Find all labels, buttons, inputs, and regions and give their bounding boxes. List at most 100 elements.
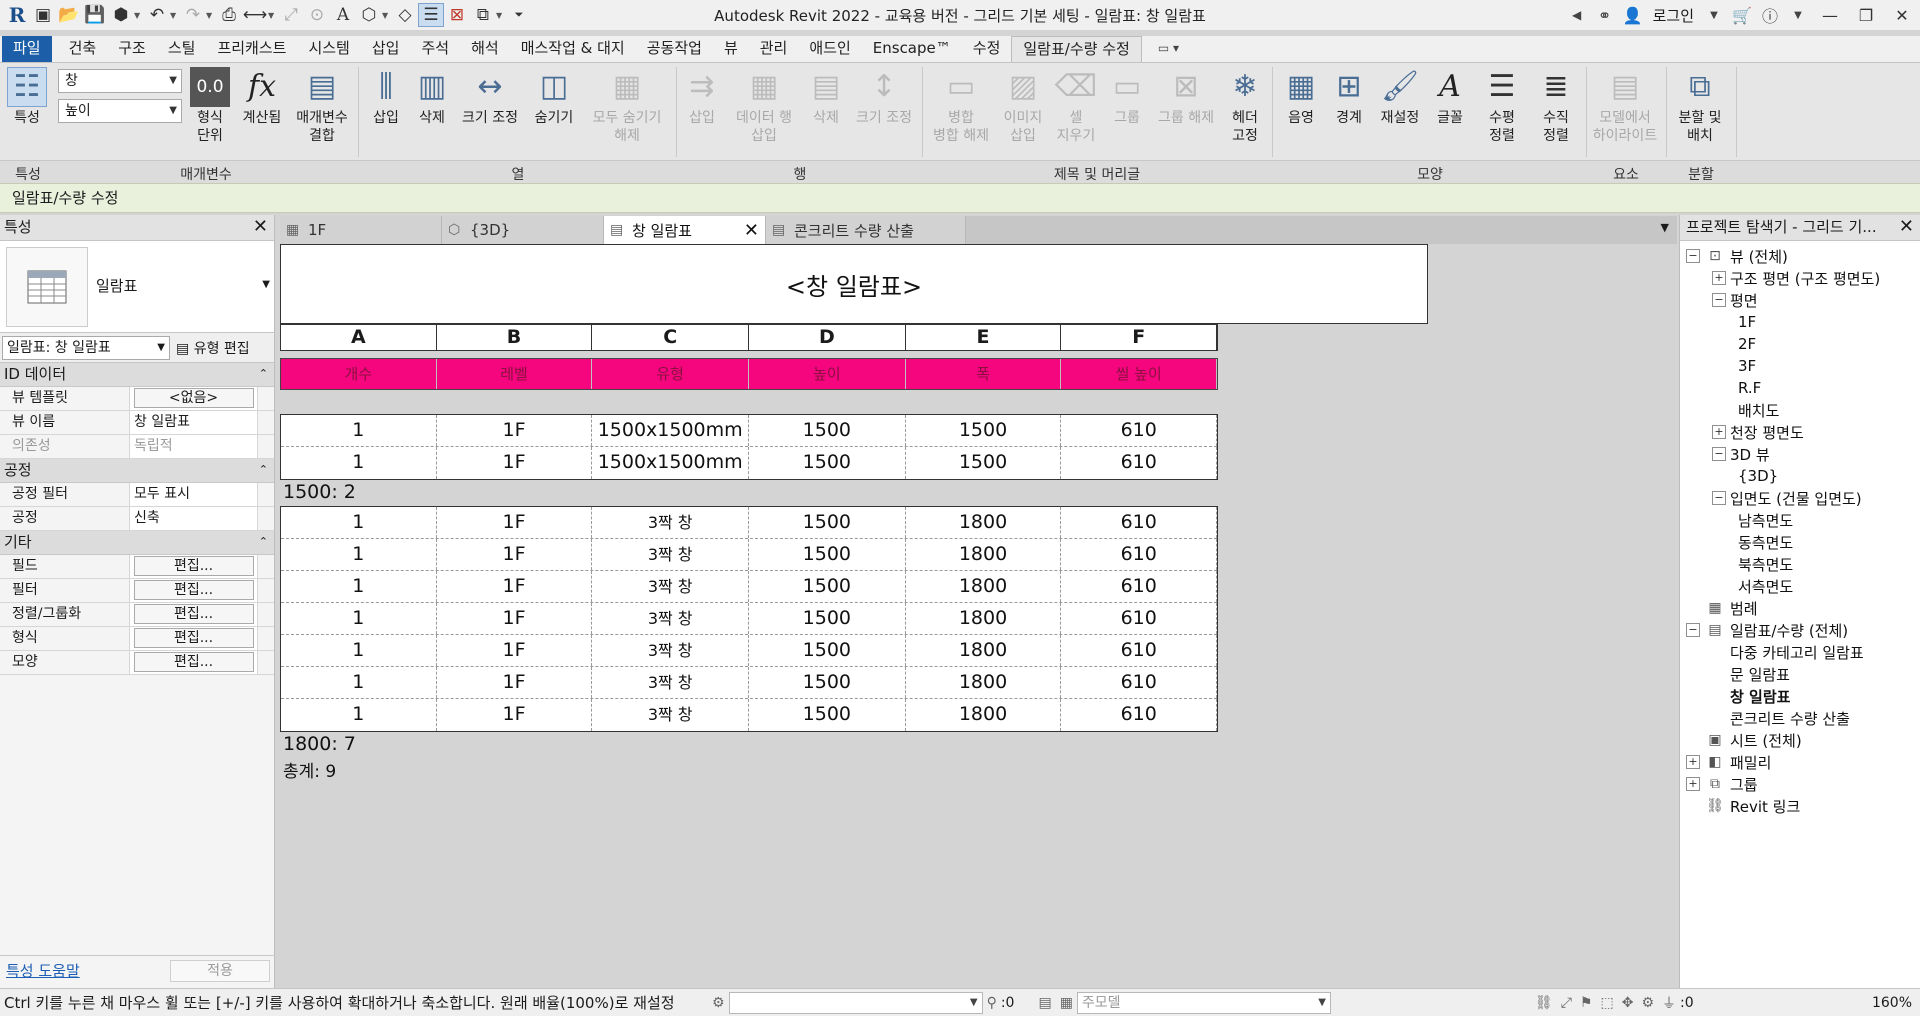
select-underlay-icon[interactable]: ⤢ [1557, 995, 1576, 1011]
property-value[interactable]: 편집... [130, 579, 258, 602]
property-value[interactable]: 모두 표시 [130, 483, 258, 506]
table-cell[interactable]: 610 [1061, 699, 1218, 731]
property-group-header[interactable]: 기타 ⌃ [0, 531, 274, 555]
property-group-header[interactable]: 공정 ⌃ [0, 459, 274, 483]
close-icon[interactable]: ✕ [1884, 6, 1920, 25]
column-header[interactable]: 폭 [906, 359, 1062, 389]
property-value[interactable]: 편집... [130, 555, 258, 578]
column-header[interactable]: 높이 [749, 359, 906, 389]
expand-icon[interactable]: + [1686, 777, 1700, 791]
table-cell[interactable]: 1F [437, 447, 593, 479]
minimize-icon[interactable]: — [1812, 6, 1848, 25]
borders-button[interactable]: ⊞ 경계 [1326, 67, 1372, 127]
table-cell[interactable]: 1500 [749, 699, 906, 731]
shading-button[interactable]: ▦ 음영 [1278, 67, 1324, 127]
tab-addins[interactable]: 애드인 [798, 36, 861, 62]
split-place-button[interactable]: ⧉ 분할 및 배치 [1670, 67, 1730, 145]
redo-icon[interactable]: ↷ [180, 3, 206, 27]
tree-node[interactable]: 북측면도 [1680, 553, 1920, 575]
table-cell[interactable]: 1800 [906, 635, 1062, 666]
tree-node[interactable]: 다중 카테고리 일람표 [1680, 641, 1920, 663]
collapse-icon[interactable]: − [1686, 623, 1700, 637]
tab-annotate[interactable]: 주석 [410, 36, 460, 62]
table-row[interactable]: 1 1F 3짝 창 1500 1800 610 [281, 603, 1218, 635]
property-value[interactable]: 편집... [130, 627, 258, 650]
table-cell[interactable]: 1800 [906, 699, 1062, 731]
close-hidden-icon[interactable]: ⊠ [444, 3, 470, 27]
switch-windows-icon[interactable]: ⧉ [470, 3, 496, 27]
table-row[interactable]: 1 1F 3짝 창 1500 1800 610 [281, 539, 1218, 571]
tree-node[interactable]: + 구조 평면 (구조 평면도) [1680, 267, 1920, 289]
customize-qat-icon[interactable]: ⏷ [506, 3, 532, 27]
delete-column-button[interactable]: ▥ 삭제 [410, 67, 454, 127]
tree-node[interactable]: − ▤ 일람표/수량 (전체) [1680, 619, 1920, 641]
table-cell[interactable]: 610 [1061, 447, 1218, 479]
tree-node[interactable]: 1F [1680, 311, 1920, 333]
tree-node[interactable]: 동측면도 [1680, 531, 1920, 553]
tab-structure[interactable]: 구조 [107, 36, 157, 62]
table-cell[interactable]: 3짝 창 [592, 603, 750, 634]
table-cell[interactable]: 610 [1061, 539, 1218, 570]
schedule-title[interactable]: <창 일람표> [280, 244, 1428, 324]
cart-icon[interactable]: 🛒 [1728, 6, 1756, 25]
group-button[interactable]: ▭ 그룹 [1104, 67, 1150, 127]
expand-icon[interactable]: + [1712, 271, 1726, 285]
highlight-in-model-button[interactable]: ▤ 모델에서 하이라이트 [1588, 67, 1662, 145]
property-edit-button[interactable]: 편집... [133, 628, 254, 648]
table-row[interactable]: 1 1F 3짝 창 1500 1800 610 [281, 507, 1218, 539]
column-letter[interactable]: C [592, 325, 750, 350]
dimension-icon[interactable]: ⤢ [278, 3, 304, 27]
user-icon[interactable]: 👤 [1619, 6, 1647, 25]
close-tab-icon[interactable]: ✕ [744, 220, 759, 241]
thin-lines-icon[interactable]: ☰ [418, 3, 444, 27]
close-icon[interactable]: ✕ [1894, 215, 1914, 239]
table-cell[interactable]: 1 [281, 635, 437, 666]
table-cell[interactable]: 1F [437, 699, 593, 731]
parameter-select[interactable]: 높이 ▼ [58, 99, 182, 123]
table-cell[interactable]: 1 [281, 699, 437, 731]
tab-view[interactable]: 뷰 [713, 36, 749, 62]
tab-systems[interactable]: 시스템 [297, 36, 360, 62]
table-cell[interactable]: 1500x1500mm [592, 447, 750, 479]
table-cell[interactable]: 1500 [749, 539, 906, 570]
type-selector[interactable]: 일람표 ▼ [0, 241, 274, 333]
help-icon[interactable]: ⓘ [1756, 3, 1784, 27]
model-icon[interactable]: ▦ [1056, 995, 1077, 1011]
property-value[interactable]: 창 일람표 [130, 411, 258, 434]
tree-node[interactable]: 창 일람표 [1680, 685, 1920, 707]
tab-concrete-takeoff[interactable]: ▤ 콘크리트 수량 산출 [766, 216, 966, 244]
property-value[interactable]: 편집... [130, 603, 258, 626]
table-cell[interactable]: 3짝 창 [592, 571, 750, 602]
tree-node[interactable]: 2F [1680, 333, 1920, 355]
clear-cell-button[interactable]: ⌫ 셀 지우기 [1050, 67, 1102, 145]
sync-icon[interactable]: ⬢ [108, 3, 134, 27]
close-icon[interactable]: ✕ [253, 215, 268, 239]
insert-row-button[interactable]: ⇉ 삽입 [680, 67, 724, 127]
unhide-all-button[interactable]: ▦ 모두 숨기기 해제 [584, 67, 670, 145]
tree-node[interactable]: 서측면도 [1680, 575, 1920, 597]
tab-modify-schedule[interactable]: 일람표/수량 수정 [1011, 36, 1142, 62]
table-cell[interactable]: 1500 [749, 571, 906, 602]
tree-node[interactable]: − ⊡ 뷰 (전체) [1680, 245, 1920, 267]
property-edit-button[interactable]: 편집... [133, 604, 254, 624]
property-value[interactable]: 편집... [130, 651, 258, 674]
table-cell[interactable]: 1 [281, 539, 437, 570]
column-letter[interactable]: D [749, 325, 906, 350]
editable-icon[interactable]: ⚲ [983, 995, 1001, 1011]
table-cell[interactable]: 610 [1061, 635, 1218, 666]
tree-node[interactable]: −3D 뷰 [1680, 443, 1920, 465]
tab-3d[interactable]: ⬡ {3D} [442, 216, 604, 244]
property-edit-button[interactable]: 편집... [133, 556, 254, 576]
table-row[interactable]: 1 1F 1500x1500mm 1500 1500 610 [281, 447, 1218, 479]
table-cell[interactable]: 1500 [749, 635, 906, 666]
delete-row-button[interactable]: ▤ 삭제 [804, 67, 848, 127]
property-edit-button[interactable]: 편집... [133, 580, 254, 600]
edit-type-button[interactable]: ▤ 유형 편집 [170, 338, 250, 358]
apply-button[interactable]: 적용 [170, 959, 270, 982]
select-by-face-icon[interactable]: ⬚ [1596, 995, 1617, 1011]
binoculars-icon[interactable]: ⚭ [1591, 6, 1619, 25]
3d-view-icon[interactable]: ⬡ [356, 3, 382, 27]
workset-select[interactable]: ▼ [728, 991, 983, 1014]
instance-select[interactable]: 일람표: 창 일람표 ▼ [2, 335, 170, 360]
save-icon[interactable]: 💾 [82, 3, 108, 27]
